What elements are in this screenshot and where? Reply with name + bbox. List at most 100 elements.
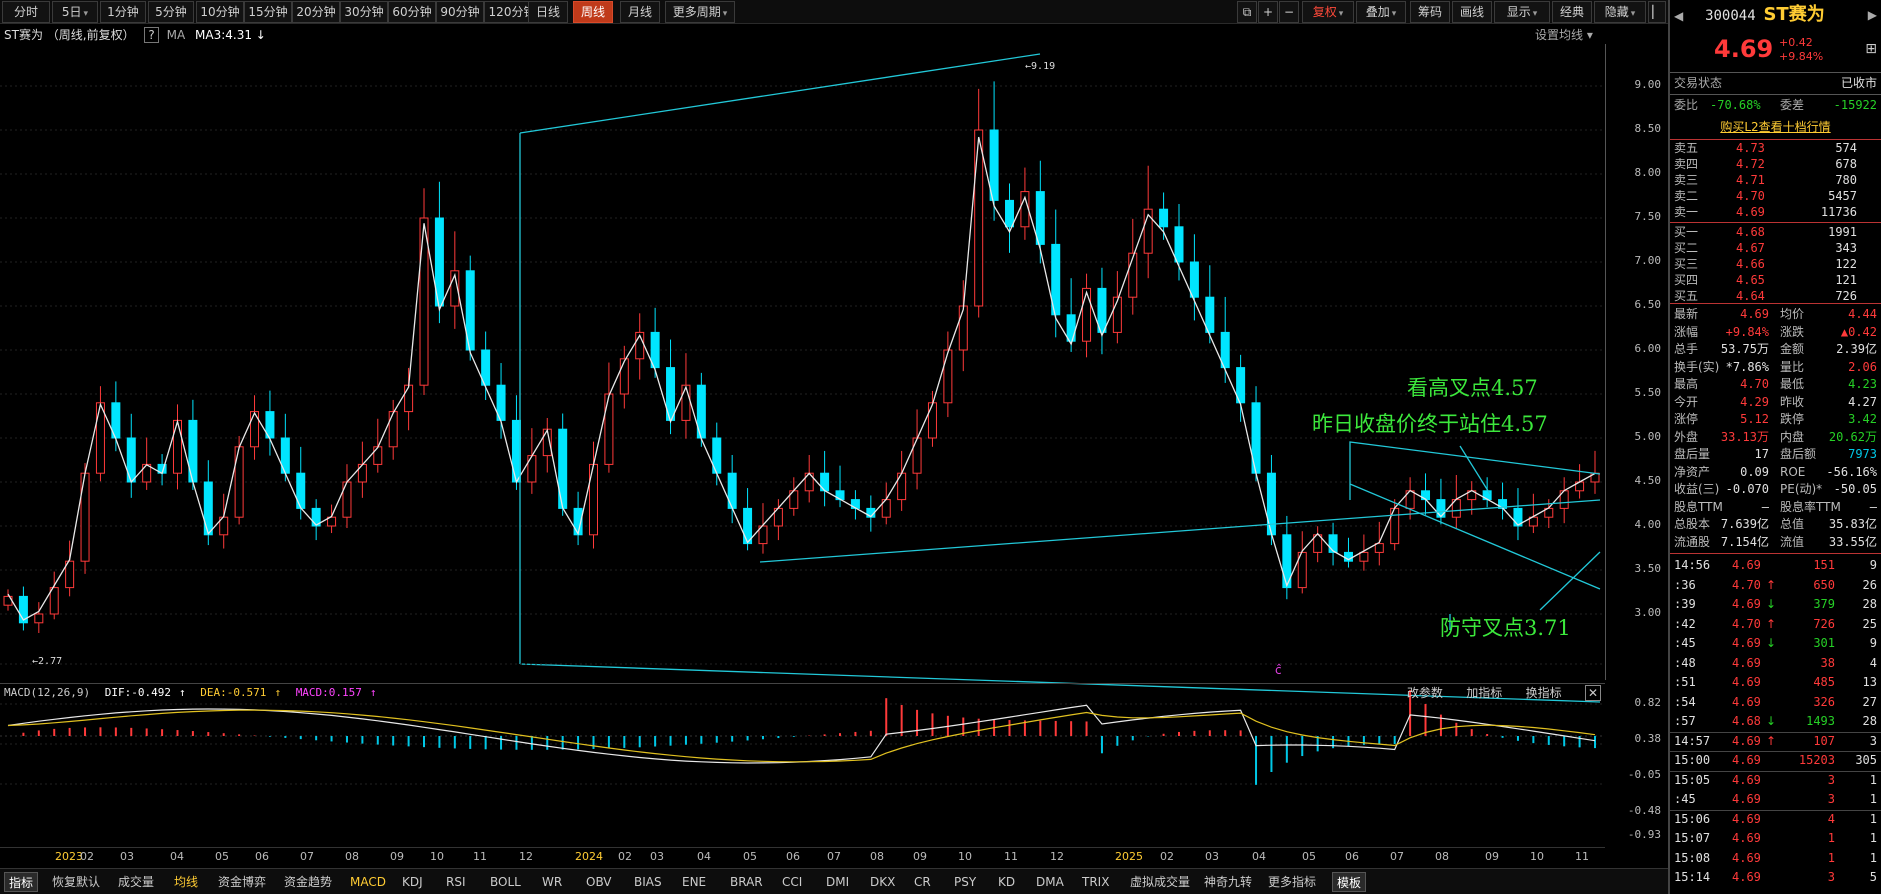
- stat-value: 7973: [1848, 447, 1877, 461]
- indicator-tab[interactable]: TRIX: [1078, 872, 1113, 892]
- indicator-tab[interactable]: CR: [910, 872, 935, 892]
- indicator-tab[interactable]: BRAR: [726, 872, 767, 892]
- ma-label: MA: [166, 28, 186, 42]
- indicator-tab[interactable]: DMA: [1032, 872, 1068, 892]
- tick-price: 4.69: [1732, 655, 1761, 670]
- stat-label: 最新: [1674, 307, 1699, 321]
- indicator-tab[interactable]: DMI: [822, 872, 853, 892]
- l2-link[interactable]: 购买L2查看十档行情: [1674, 119, 1877, 135]
- indicator-tab[interactable]: 指标: [4, 872, 39, 892]
- indicator-tab[interactable]: 虚拟成交量: [1126, 872, 1194, 892]
- indicator-tab[interactable]: WR: [538, 872, 566, 892]
- webi-row: 委比 -70.68% 委差 -15922: [1674, 97, 1877, 113]
- sidebar-toggle-icon[interactable]: ▏: [1648, 1, 1666, 23]
- book-row[interactable]: 买三 4.66 122: [1674, 256, 1877, 272]
- book-row[interactable]: 买一 4.68 1991: [1674, 224, 1877, 240]
- book-row[interactable]: 卖四 4.72 678: [1674, 156, 1877, 172]
- ma3-value: MA3:4.31: [195, 28, 252, 42]
- zoom-out-icon[interactable]: −: [1279, 1, 1299, 23]
- indicator-tab[interactable]: CCI: [778, 872, 806, 892]
- indicator-tab[interactable]: 资金博弈: [214, 872, 270, 892]
- period-tab[interactable]: 60分钟: [388, 1, 436, 23]
- book-row[interactable]: 卖五 4.73 574: [1674, 140, 1877, 156]
- period-tab[interactable]: 15分钟: [244, 1, 292, 23]
- indicator-tab[interactable]: 资金趋势: [280, 872, 336, 892]
- indicator-tab[interactable]: BOLL: [486, 872, 525, 892]
- indicator-tab[interactable]: KD: [994, 872, 1019, 892]
- period-tab[interactable]: 5日: [52, 1, 98, 23]
- indicator-tab[interactable]: OBV: [582, 872, 616, 892]
- indicator-tab[interactable]: 神奇九转: [1200, 872, 1256, 892]
- stat-label: 今开: [1674, 394, 1699, 409]
- indicator-tab[interactable]: 恢复默认: [48, 872, 104, 892]
- edit-params-button[interactable]: 改参数: [1407, 686, 1443, 700]
- period-tab[interactable]: 10分钟: [196, 1, 244, 23]
- hide-dropdown[interactable]: 隐藏: [1594, 1, 1646, 23]
- overlay-dropdown[interactable]: 叠加: [1356, 1, 1406, 23]
- display-dropdown[interactable]: 显示: [1494, 1, 1550, 23]
- stat-value: 7.154亿: [1720, 534, 1769, 549]
- tick-price: 4.68: [1732, 714, 1761, 728]
- tick-price: 4.69: [1732, 850, 1761, 865]
- stat-value: 4.44: [1848, 307, 1877, 321]
- chart-title: ST赛为 （周线,前复权）: [4, 28, 135, 42]
- indicator-tab[interactable]: KDJ: [398, 872, 427, 892]
- change-indicator-button[interactable]: 换指标: [1526, 686, 1562, 700]
- copy-icon[interactable]: ⧉: [1237, 1, 1257, 23]
- indicator-tab[interactable]: DKX: [866, 872, 899, 892]
- candle: [126, 413, 136, 498]
- webi-label: 委比: [1674, 98, 1699, 112]
- close-icon[interactable]: ✕: [1584, 685, 1601, 701]
- more-periods-dropdown[interactable]: 更多周期: [665, 1, 735, 23]
- indicator-tab[interactable]: MACD: [346, 872, 390, 892]
- indicator-tab[interactable]: PSY: [950, 872, 980, 892]
- indicator-tab[interactable]: 均线: [170, 872, 202, 892]
- period-tab[interactable]: 20分钟: [292, 1, 340, 23]
- help-icon[interactable]: ?: [144, 27, 159, 43]
- price-tick: 6.50: [1634, 298, 1662, 311]
- next-stock-icon[interactable]: ▶: [1868, 5, 1877, 25]
- book-row[interactable]: 买五 4.64 726: [1674, 288, 1877, 304]
- indicator-tab[interactable]: 更多指标: [1264, 872, 1320, 892]
- period-tab[interactable]: 30分钟: [340, 1, 388, 23]
- book-row[interactable]: 买二 4.67 343: [1674, 240, 1877, 256]
- kline-chart[interactable]: [0, 44, 1605, 848]
- zoom-in-icon[interactable]: +: [1258, 1, 1278, 23]
- period-tab[interactable]: 月线: [620, 1, 660, 23]
- indicator-tab[interactable]: ENE: [678, 872, 710, 892]
- indicator-tab[interactable]: RSI: [442, 872, 470, 892]
- prev-stock-icon[interactable]: ◀: [1674, 9, 1683, 23]
- book-row[interactable]: 卖一 4.69 11736: [1674, 204, 1877, 220]
- add-indicator-button[interactable]: 加指标: [1466, 686, 1502, 700]
- indicator-tab[interactable]: 成交量: [114, 872, 158, 892]
- candle-body: [373, 446, 383, 465]
- chips-button[interactable]: 筹码: [1410, 1, 1450, 23]
- candle: [157, 454, 167, 486]
- tick-row: :54 4.69 326 27: [1674, 694, 1877, 710]
- indicator-tab[interactable]: BIAS: [630, 872, 666, 892]
- period-tab[interactable]: 1分钟: [100, 1, 146, 23]
- tick-volume: 1: [1827, 850, 1835, 865]
- tick-count: 9: [1869, 558, 1877, 572]
- book-row[interactable]: 卖三 4.71 780: [1674, 172, 1877, 188]
- expand-icon[interactable]: ⊞: [1865, 34, 1877, 64]
- restore-rights-dropdown[interactable]: 复权: [1302, 1, 1354, 23]
- ma-settings-button[interactable]: 设置均线 ▾: [1535, 26, 1593, 43]
- period-tab-active[interactable]: 周线: [573, 1, 613, 23]
- book-row[interactable]: 买四 4.65 121: [1674, 272, 1877, 288]
- candle: [804, 454, 814, 503]
- candle: [897, 450, 907, 511]
- period-tab[interactable]: 日线: [528, 1, 568, 23]
- tick-time: 15:14: [1674, 870, 1711, 884]
- period-tab[interactable]: 90分钟: [436, 1, 484, 23]
- stat-label: 涨跌: [1780, 324, 1805, 339]
- draw-line-button[interactable]: 画线: [1452, 1, 1492, 23]
- book-row[interactable]: 卖二 4.70 5457: [1674, 188, 1877, 204]
- indicator-tab[interactable]: 模板: [1332, 872, 1367, 892]
- event-marker[interactable]: ĉ: [1275, 663, 1282, 677]
- candle: [373, 418, 383, 473]
- period-tab[interactable]: 5分钟: [148, 1, 194, 23]
- period-tab[interactable]: 分时: [2, 1, 50, 23]
- classic-button[interactable]: 经典: [1552, 1, 1592, 23]
- tick-row: 15:06 4.69 4 1: [1674, 811, 1877, 827]
